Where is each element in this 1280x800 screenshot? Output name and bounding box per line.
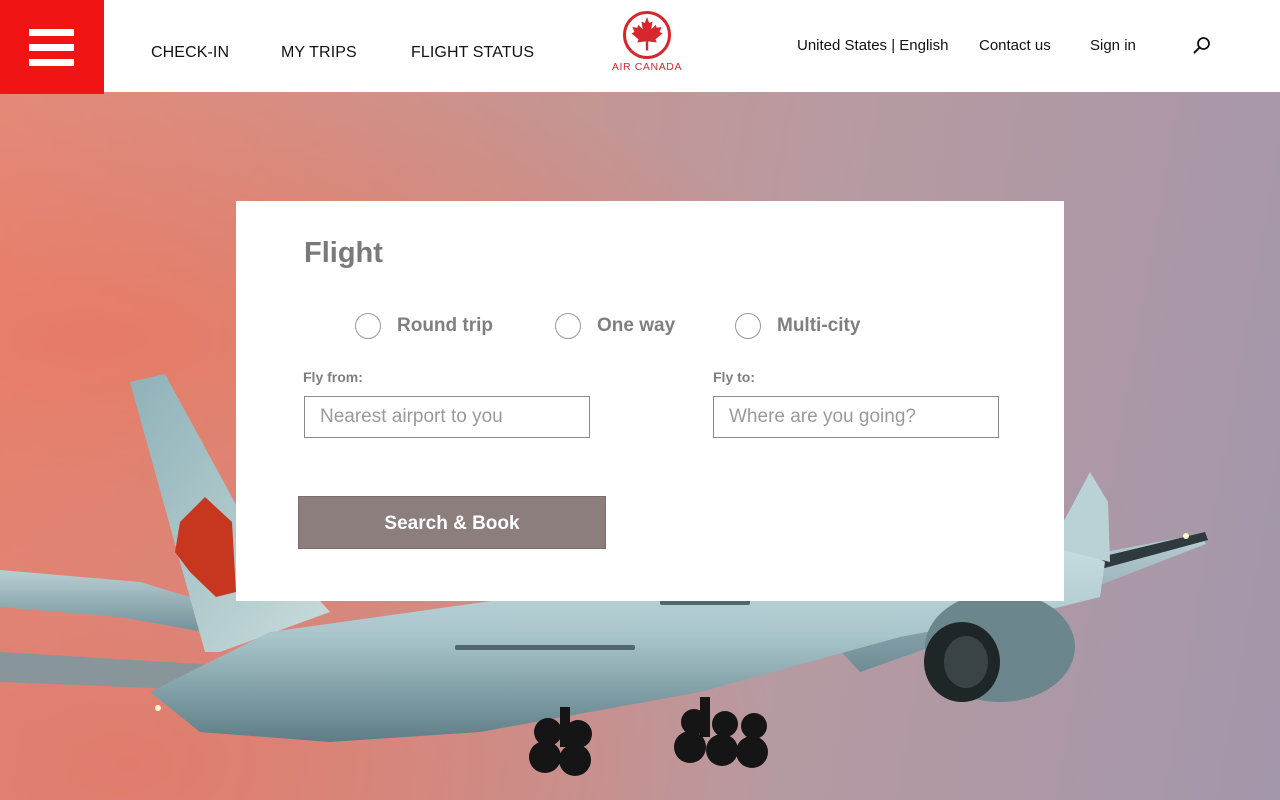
radio-label: Round trip xyxy=(397,315,494,336)
radio-button[interactable] xyxy=(735,313,761,339)
top-header: CHECK-IN MY TRIPS FLIGHT STATUS AIR CANA… xyxy=(0,0,1280,94)
logo-wordmark: AIR CANADA xyxy=(611,61,683,73)
trip-type-multi-city[interactable]: Multi-city xyxy=(735,313,860,339)
search-and-book-button[interactable]: Search & Book xyxy=(298,496,606,549)
fly-from-label: Fly from: xyxy=(303,369,363,385)
maple-leaf-roundel-icon xyxy=(623,11,671,59)
contact-us-link[interactable]: Contact us xyxy=(979,37,1051,54)
hamburger-menu-icon-bar xyxy=(29,44,74,51)
sign-in-link[interactable]: Sign in xyxy=(1090,37,1136,54)
radio-label: Multi-city xyxy=(777,315,861,336)
radio-button[interactable] xyxy=(355,313,381,339)
fly-from-input[interactable] xyxy=(304,396,590,438)
radio-button[interactable] xyxy=(555,313,581,339)
nav-my-trips[interactable]: MY TRIPS xyxy=(281,44,357,62)
search-button[interactable] xyxy=(1192,36,1212,56)
nav-check-in[interactable]: CHECK-IN xyxy=(151,44,229,62)
region-language-selector[interactable]: United States | English xyxy=(797,37,948,54)
air-canada-logo[interactable]: AIR CANADA xyxy=(604,10,690,76)
trip-type-round-trip[interactable]: Round trip xyxy=(355,313,493,339)
radio-label: One way xyxy=(597,315,676,336)
menu-button[interactable] xyxy=(0,0,104,94)
hamburger-menu-icon xyxy=(29,29,74,36)
fly-to-input[interactable] xyxy=(713,396,999,438)
card-title: Flight xyxy=(304,237,383,269)
trip-type-one-way[interactable]: One way xyxy=(555,313,675,339)
search-icon xyxy=(1193,37,1210,54)
nav-flight-status[interactable]: FLIGHT STATUS xyxy=(411,44,534,62)
flight-booking-card: Flight Round trip One way Multi-city Fly… xyxy=(236,201,1064,601)
fly-to-label: Fly to: xyxy=(713,369,755,385)
hamburger-menu-icon-bar xyxy=(29,59,74,66)
